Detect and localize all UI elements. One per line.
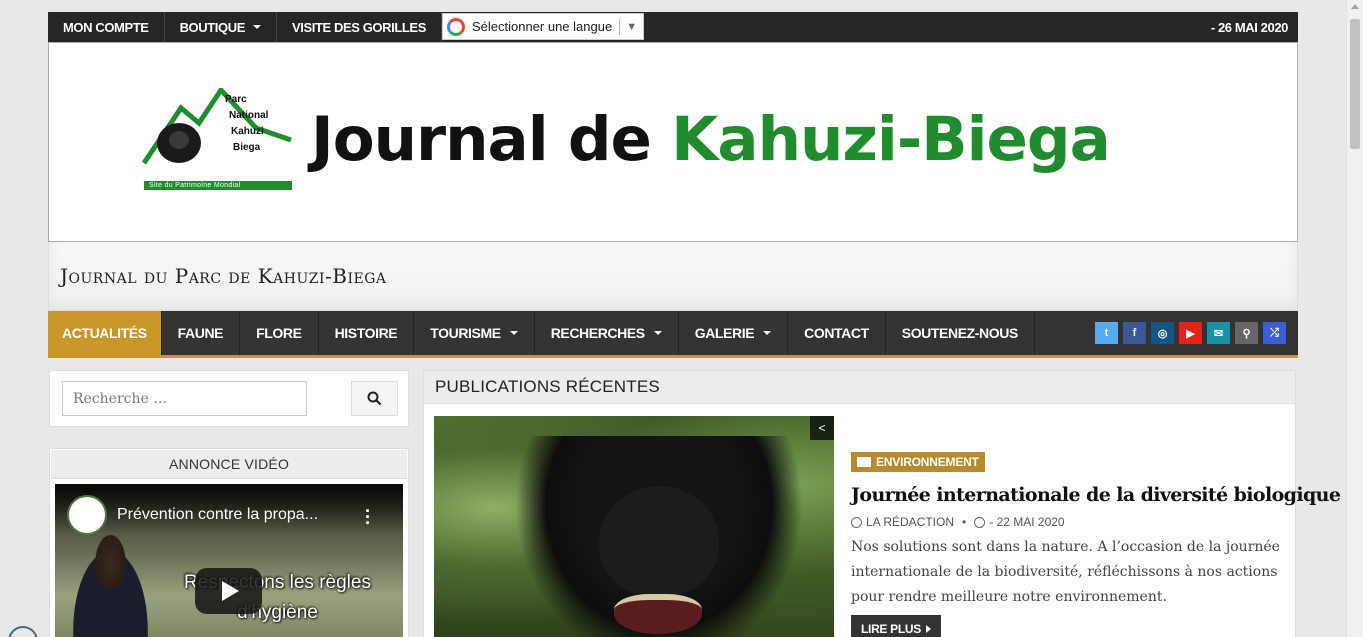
video-title[interactable]: Prévention contre la propa... xyxy=(117,506,318,524)
youtube-video-embed[interactable]: Prévention contre la propa... · · · Respec… xyxy=(55,484,403,637)
caret-right-icon xyxy=(925,625,931,633)
nav-item-contact[interactable]: CONTACT xyxy=(788,311,886,355)
site-title-part-2: Kahuzi-Biega xyxy=(671,104,1111,175)
nav-item-label: RECHERCHES xyxy=(550,325,645,341)
nav-item-galerie[interactable]: GALERIE xyxy=(679,311,789,355)
nav-item-label: TOURISME xyxy=(430,325,501,341)
read-more-button[interactable]: LIRE PLUS xyxy=(851,615,941,637)
main-navigation: ACTUALITÉS FAUNE FLORE HISTOIRE TOURISME… xyxy=(48,311,1298,358)
nav-item-label: HISTOIRE xyxy=(334,325,398,341)
nav-item-label: GALERIE xyxy=(694,325,755,341)
category-badge[interactable]: ENVIRONNEMENT xyxy=(851,452,985,472)
twitter-icon[interactable]: t xyxy=(1095,322,1118,344)
video-thumbnail-person xyxy=(63,529,158,637)
dropdown-arrow-icon: ▼ xyxy=(626,20,638,33)
play-button[interactable] xyxy=(195,568,262,614)
category-label: ENVIRONNEMENT xyxy=(876,455,979,469)
widget-title: ANNONCE VIDÉO xyxy=(51,450,407,479)
caret-down-icon xyxy=(509,331,518,335)
topbar-item-label: MON COMPTE xyxy=(63,19,149,35)
current-date: - 26 MAI 2020 xyxy=(1210,19,1289,35)
site-title[interactable]: Journal de Kahuzi-Biega xyxy=(311,109,1111,170)
post-card: < ENVIRONNEMENT Journée internationale d… xyxy=(423,404,1341,637)
email-icon[interactable]: ✉ xyxy=(1207,322,1230,344)
park-logo[interactable]: Parc National Kahuzi Biega Site du Patri… xyxy=(141,85,293,191)
nav-item-flore[interactable]: FLORE xyxy=(240,311,319,355)
gorilla-mouth xyxy=(614,594,702,634)
nav-item-histoire[interactable]: HISTOIRE xyxy=(319,311,415,355)
topbar-item-visite-gorilles[interactable]: VISITE DES GORILLES xyxy=(277,12,442,42)
caret-down-icon xyxy=(763,331,772,335)
divider xyxy=(619,18,621,35)
scrollbar-thumb[interactable] xyxy=(1350,19,1360,149)
site-title-part-1: Journal de xyxy=(311,104,652,175)
logo-line: Kahuzi xyxy=(231,126,264,137)
site-header-banner: Parc National Kahuzi Biega Site du Patri… xyxy=(48,42,1298,242)
read-more-label: LIRE PLUS xyxy=(861,622,921,636)
main-content: PUBLICATIONS RÉCENTES < ENVIRONNEMENT Jo… xyxy=(423,370,1341,637)
topbar-item-label: VISITE DES GORILLES xyxy=(291,19,426,35)
topbar-item-mon-compte[interactable]: MON COMPTE xyxy=(48,12,165,42)
site-tagline: Journal du Parc de Kahuzi-Biega xyxy=(60,264,387,288)
topbar-item-label: BOUTIQUE xyxy=(179,19,246,35)
search-icon xyxy=(367,391,382,406)
youtube-icon[interactable]: ▶ xyxy=(1179,322,1202,344)
nav-item-faune[interactable]: FAUNE xyxy=(162,311,241,355)
random-icon[interactable]: ⤮ xyxy=(1263,322,1286,344)
social-links: t f ◎ ▶ ✉ ⚲ ⤮ xyxy=(1095,311,1298,355)
logo-caption: Site du Patrimoine Mondial xyxy=(149,182,241,189)
google-icon xyxy=(446,17,465,36)
logo-text: Parc National Kahuzi Biega xyxy=(225,92,268,156)
facebook-icon[interactable]: f xyxy=(1123,322,1146,344)
play-icon xyxy=(222,581,239,601)
search-button[interactable] xyxy=(351,381,398,416)
gorilla-face xyxy=(599,486,719,596)
logo-line: Biega xyxy=(233,142,261,153)
logo-line: Parc xyxy=(225,94,247,105)
nav-item-soutenez-nous[interactable]: SOUTENEZ-NOUS xyxy=(886,311,1035,355)
search-placeholder: Recherche … xyxy=(73,390,168,407)
post-meta: LA RÉDACTION • - 22 MAI 2020 xyxy=(851,515,1065,529)
nav-item-label: FLORE xyxy=(256,325,302,341)
nav-item-label: ACTUALITÉS xyxy=(62,325,147,341)
caret-down-icon xyxy=(252,25,261,29)
language-selector[interactable]: Sélectionner une langue ▼ xyxy=(441,13,645,40)
instagram-icon[interactable]: ◎ xyxy=(1151,322,1174,344)
user-icon xyxy=(851,516,862,528)
video-widget: ANNONCE VIDÉO Prévention contre la propa… xyxy=(49,448,409,637)
section-title: PUBLICATIONS RÉCENTES xyxy=(423,370,1296,404)
channel-avatar[interactable] xyxy=(67,495,107,535)
more-options-icon[interactable]: · · · xyxy=(365,502,371,532)
nav-item-recherches[interactable]: RECHERCHES xyxy=(535,311,679,355)
nav-item-label: CONTACT xyxy=(804,325,869,341)
topbar-item-boutique[interactable]: BOUTIQUE xyxy=(165,12,277,42)
share-icon[interactable]: < xyxy=(810,416,834,440)
sidebar: Recherche … ANNONCE VIDÉO Prévention con… xyxy=(49,370,409,637)
page-wrapper: MON COMPTE BOUTIQUE VISITE DES GORILLES … xyxy=(48,12,1298,358)
search-input[interactable]: Recherche … xyxy=(62,381,307,416)
language-selector-label: Sélectionner une langue xyxy=(471,19,613,34)
nav-item-label: SOUTENEZ-NOUS xyxy=(901,325,1019,341)
nav-item-tourisme[interactable]: TOURISME xyxy=(414,311,535,355)
caret-down-icon xyxy=(653,331,662,335)
nav-item-actualites[interactable]: ACTUALITÉS xyxy=(48,311,162,355)
top-bar: MON COMPTE BOUTIQUE VISITE DES GORILLES … xyxy=(48,12,1298,42)
post-thumbnail[interactable]: < xyxy=(434,416,834,637)
post-date: - 22 MAI 2020 xyxy=(989,515,1065,529)
logo-line: National xyxy=(229,110,269,121)
post-excerpt: Nos solutions sont dans la nature. A l’o… xyxy=(851,539,1280,605)
folder-icon xyxy=(857,457,871,467)
tagline-bar: Journal du Parc de Kahuzi-Biega xyxy=(48,242,1298,311)
meta-separator: • xyxy=(962,515,967,529)
search-widget: Recherche … xyxy=(49,370,409,427)
post-author[interactable]: LA RÉDACTION xyxy=(866,515,954,529)
scroll-up-arrow-icon[interactable] xyxy=(1351,4,1359,9)
accessibility-badge-icon[interactable] xyxy=(8,626,38,637)
nav-item-label: FAUNE xyxy=(177,325,224,341)
post-title[interactable]: Journée internationale de la diversité b… xyxy=(851,484,1341,506)
clock-icon xyxy=(974,516,986,528)
search-icon[interactable]: ⚲ xyxy=(1235,322,1258,344)
page-scrollbar[interactable] xyxy=(1346,0,1363,637)
park-logo-graphic xyxy=(141,85,292,190)
